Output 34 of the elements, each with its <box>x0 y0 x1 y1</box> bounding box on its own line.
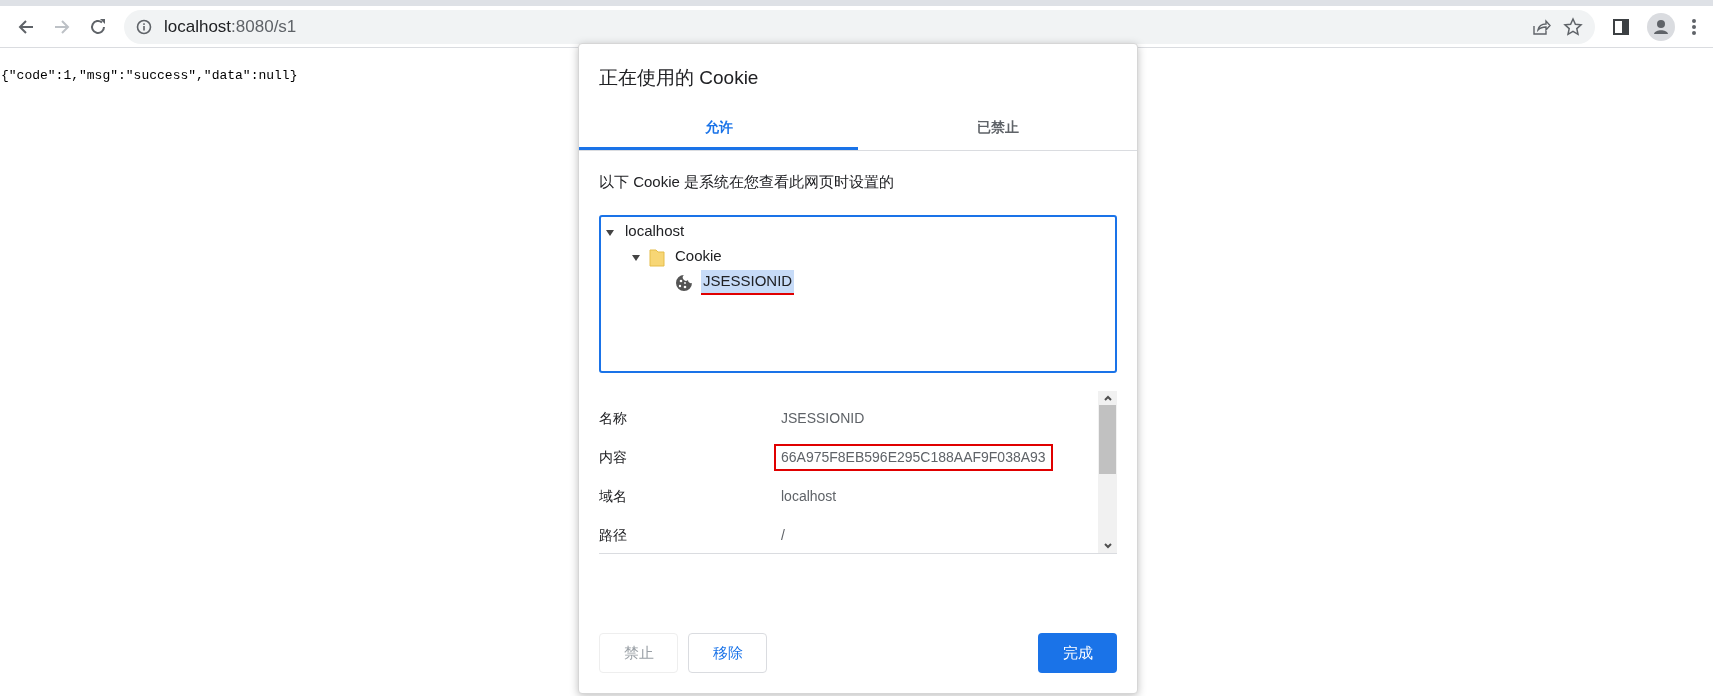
share-icon[interactable] <box>1531 16 1551 37</box>
address-bar[interactable]: localhost:8080/s1 <box>124 9 1595 44</box>
star-icon[interactable] <box>1563 16 1583 37</box>
dialog-button[interactable]: 完成 <box>1038 633 1117 673</box>
detail-value: 66A975F8EB596E295C188AAF9F038A93 <box>774 444 1053 471</box>
folder-icon <box>649 248 665 267</box>
detail-label: 内容 <box>599 448 628 467</box>
detail-value: JSESSIONID <box>780 409 866 428</box>
profile-avatar-icon[interactable] <box>1647 12 1675 41</box>
description-text: 以下 Cookie 是系统在您查看此网页时设置的 <box>598 171 896 192</box>
reload-icon[interactable] <box>88 16 108 37</box>
scrollbar[interactable] <box>1098 391 1117 553</box>
detail-label: 路径 <box>599 526 628 545</box>
expand-arrow-icon[interactable] <box>631 252 641 263</box>
detail-value: / <box>780 526 786 545</box>
detail-value: localhost <box>780 487 838 506</box>
dialog-title: 正在使用的 Cookie <box>598 66 760 90</box>
info-icon[interactable] <box>136 18 152 35</box>
detail-label: 名称 <box>599 409 628 428</box>
side-panel-icon[interactable] <box>1611 16 1631 37</box>
tab[interactable]: 已禁止 <box>858 108 1137 150</box>
tree-item[interactable]: JSESSIONID <box>701 270 795 295</box>
dialog-button[interactable]: 移除 <box>688 633 767 673</box>
tab[interactable]: 允许 <box>579 108 858 150</box>
tree-item[interactable]: Cookie <box>673 245 724 270</box>
detail-label: 域名 <box>599 487 628 506</box>
scrollbar-thumb[interactable] <box>1099 405 1116 474</box>
expand-arrow-icon[interactable] <box>605 227 615 238</box>
more-menu-icon[interactable] <box>1691 16 1697 37</box>
cookie-tree[interactable]: localhost Cookie JSESSIONID <box>599 215 1117 373</box>
tree-item[interactable]: localhost <box>623 220 687 245</box>
url-text: localhost:8080/s1 <box>164 15 297 38</box>
cookie-icon <box>675 273 693 292</box>
json-response-text: {"code":1,"msg":"success","data":null} <box>1 67 298 85</box>
